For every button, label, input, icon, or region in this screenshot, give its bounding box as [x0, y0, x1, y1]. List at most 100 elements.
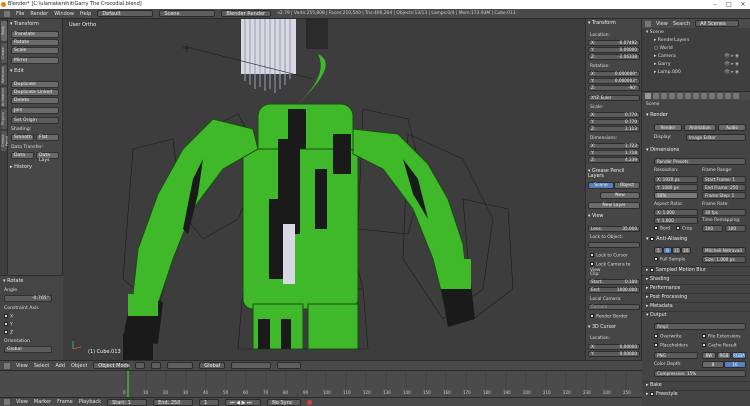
axis-y-checkbox[interactable]: Y: [4, 322, 13, 328]
rotate-button[interactable]: Rotate: [11, 39, 59, 46]
visibility-icons[interactable]: 👁 ▸ ◉: [724, 54, 739, 60]
redo-panel-header[interactable]: ▾ Rotate: [3, 278, 23, 284]
lock-to-cursor-checkbox[interactable]: Lock to Cursor: [590, 253, 628, 259]
set-origin-select[interactable]: Set Origin: [11, 117, 59, 124]
material-tab-icon[interactable]: [709, 93, 715, 99]
rotation-z-field[interactable]: Z: -90°: [588, 85, 640, 91]
rgba-button[interactable]: RGBA: [732, 352, 746, 359]
remap-old-field[interactable]: 100: [702, 225, 723, 232]
orientation-select[interactable]: Global: [4, 346, 52, 353]
scale-x-field[interactable]: X: 0.770: [588, 112, 640, 118]
modifiers-tab-icon[interactable]: [693, 93, 699, 99]
menu-select[interactable]: Select: [34, 363, 49, 369]
sync-select[interactable]: No Sync: [267, 398, 302, 406]
axis-x-checkbox[interactable]: X: [4, 314, 13, 320]
location-x-field[interactable]: X: -6.07492: [588, 40, 640, 46]
freestyle-section[interactable]: ▸ Freestyle: [642, 390, 750, 398]
join-button[interactable]: Join: [11, 107, 59, 114]
outliner-row-renderlayers[interactable]: ▸ RenderLayers: [654, 38, 689, 44]
full-sample-checkbox[interactable]: Full Sample: [654, 257, 685, 263]
post-processing-section[interactable]: ▸ Post Processing: [642, 293, 750, 301]
bw-button[interactable]: BW: [702, 352, 716, 359]
menu-render[interactable]: Render: [30, 11, 48, 17]
lock-camera-checkbox[interactable]: Lock Camera to View: [590, 262, 641, 273]
tl-menu-playback[interactable]: Playback: [79, 399, 101, 405]
outliner-row-scene[interactable]: ▾ Scene: [646, 30, 664, 36]
tab-relations[interactable]: Relations: [1, 65, 7, 85]
delete-button[interactable]: Delete: [11, 97, 59, 104]
cursor-x-field[interactable]: X: 0.00000: [588, 344, 640, 350]
depth-16-button[interactable]: 16: [724, 361, 746, 368]
file-extensions-checkbox[interactable]: File Extensions: [702, 334, 741, 340]
duplicate-linked-button[interactable]: Duplicate Linked: [11, 89, 59, 96]
tab-grease-pencil[interactable]: Grease Pencil: [1, 131, 9, 151]
menu-help[interactable]: Help: [80, 11, 91, 17]
outliner-view-menu[interactable]: View: [656, 21, 668, 27]
render-border-checkbox[interactable]: Render Border: [590, 314, 628, 320]
mirror-button[interactable]: Mirror: [11, 57, 59, 64]
frame-step-field[interactable]: Frame Step: 1: [702, 192, 746, 199]
aspect-y-field[interactable]: Y: 1.000: [654, 217, 698, 224]
physics-tab-icon[interactable]: [733, 93, 739, 99]
snap-toggle[interactable]: [277, 362, 302, 369]
dimensions-z-field[interactable]: Z: 4.239: [588, 157, 640, 163]
aa-size-field[interactable]: Size: 1.000 px: [702, 256, 746, 263]
render-layers-tab-icon[interactable]: [653, 93, 659, 99]
info-editor-icon[interactable]: [4, 10, 10, 17]
output-panel-header[interactable]: ▾ Output: [642, 311, 750, 319]
edit-panel-header[interactable]: ▾ Edit: [10, 68, 24, 74]
screen-layout-select[interactable]: Default: [97, 10, 154, 17]
local-camera-field[interactable]: Camera: [588, 304, 640, 310]
world-tab-icon[interactable]: [669, 93, 675, 99]
object-tab-icon[interactable]: [677, 93, 683, 99]
rotation-mode-select[interactable]: XYZ Euler: [588, 95, 640, 101]
duplicate-button[interactable]: Duplicate: [11, 81, 59, 88]
menu-view[interactable]: View: [16, 363, 28, 369]
sampled-motion-blur-section[interactable]: ▸ Sampled Motion Blur: [642, 266, 750, 274]
scale-y-field[interactable]: Y: 0.770: [588, 119, 640, 125]
render-presets-select[interactable]: Render Presets: [654, 158, 746, 165]
lens-field[interactable]: Lens: 35.000: [588, 226, 640, 232]
bake-section[interactable]: ▸ Bake: [642, 381, 750, 389]
output-path-field[interactable]: /tmp\: [654, 323, 746, 330]
aa-samples-16[interactable]: 16: [681, 247, 691, 254]
dimensions-panel-header[interactable]: ▾ Dimensions: [646, 147, 679, 153]
aa-samples-11[interactable]: 11: [672, 247, 681, 254]
border-checkbox[interactable]: Bord: [654, 226, 670, 232]
lock-object-field[interactable]: [588, 242, 640, 248]
end-frame-field[interactable]: End: 250: [153, 398, 194, 406]
outliner-row-lamp[interactable]: ▸ Lamp.000: [654, 70, 681, 76]
location-y-field[interactable]: Y: 0.00000: [588, 47, 640, 53]
placeholders-checkbox[interactable]: Placeholders: [654, 343, 688, 349]
compression-slider[interactable]: Compression: 15%: [654, 370, 746, 377]
keyframe-record-icon[interactable]: [307, 399, 313, 405]
layers-grid[interactable]: [231, 362, 272, 369]
clip-start-field[interactable]: Start: 0.100: [588, 279, 640, 285]
outliner-row-garry[interactable]: ▸ Garry: [654, 62, 671, 68]
3d-view-editor-icon[interactable]: [4, 362, 10, 369]
render-panel-header[interactable]: ▾ Render: [646, 112, 668, 118]
new-layer-button[interactable]: New Layer: [588, 202, 640, 209]
outliner-row-camera[interactable]: ▸ Camera: [654, 54, 676, 60]
data-button[interactable]: Data: [11, 152, 34, 159]
resolution-y-field[interactable]: Y: 1080 px: [654, 184, 698, 191]
resolution-x-field[interactable]: X: 1920 px: [654, 176, 698, 183]
orientation-select[interactable]: Global: [199, 362, 226, 369]
particles-tab-icon[interactable]: [725, 93, 731, 99]
mode-select[interactable]: Object Mode: [93, 362, 130, 369]
angle-field[interactable]: -0.765°: [4, 295, 52, 302]
dimensions-y-field[interactable]: Y: 1.718: [588, 150, 640, 156]
aspect-x-field[interactable]: X: 1.000: [654, 209, 698, 216]
render-engine-select[interactable]: Blender Render: [221, 10, 272, 17]
visibility-icons[interactable]: 👁 ▸ ◉: [724, 70, 739, 76]
minimize-icon[interactable]: –: [708, 0, 722, 9]
translate-button[interactable]: Translate: [11, 31, 59, 38]
animation-button[interactable]: Animation: [684, 124, 716, 131]
gp-new-button[interactable]: New: [600, 192, 640, 199]
overwrite-checkbox[interactable]: Overwrite: [654, 334, 682, 340]
start-frame-field[interactable]: Start: 1: [107, 398, 148, 406]
scene-select[interactable]: Scene: [159, 10, 216, 17]
rgb-button[interactable]: RGB: [717, 352, 731, 359]
tab-animation[interactable]: Animation: [1, 87, 7, 107]
menu-file[interactable]: File: [16, 11, 24, 17]
